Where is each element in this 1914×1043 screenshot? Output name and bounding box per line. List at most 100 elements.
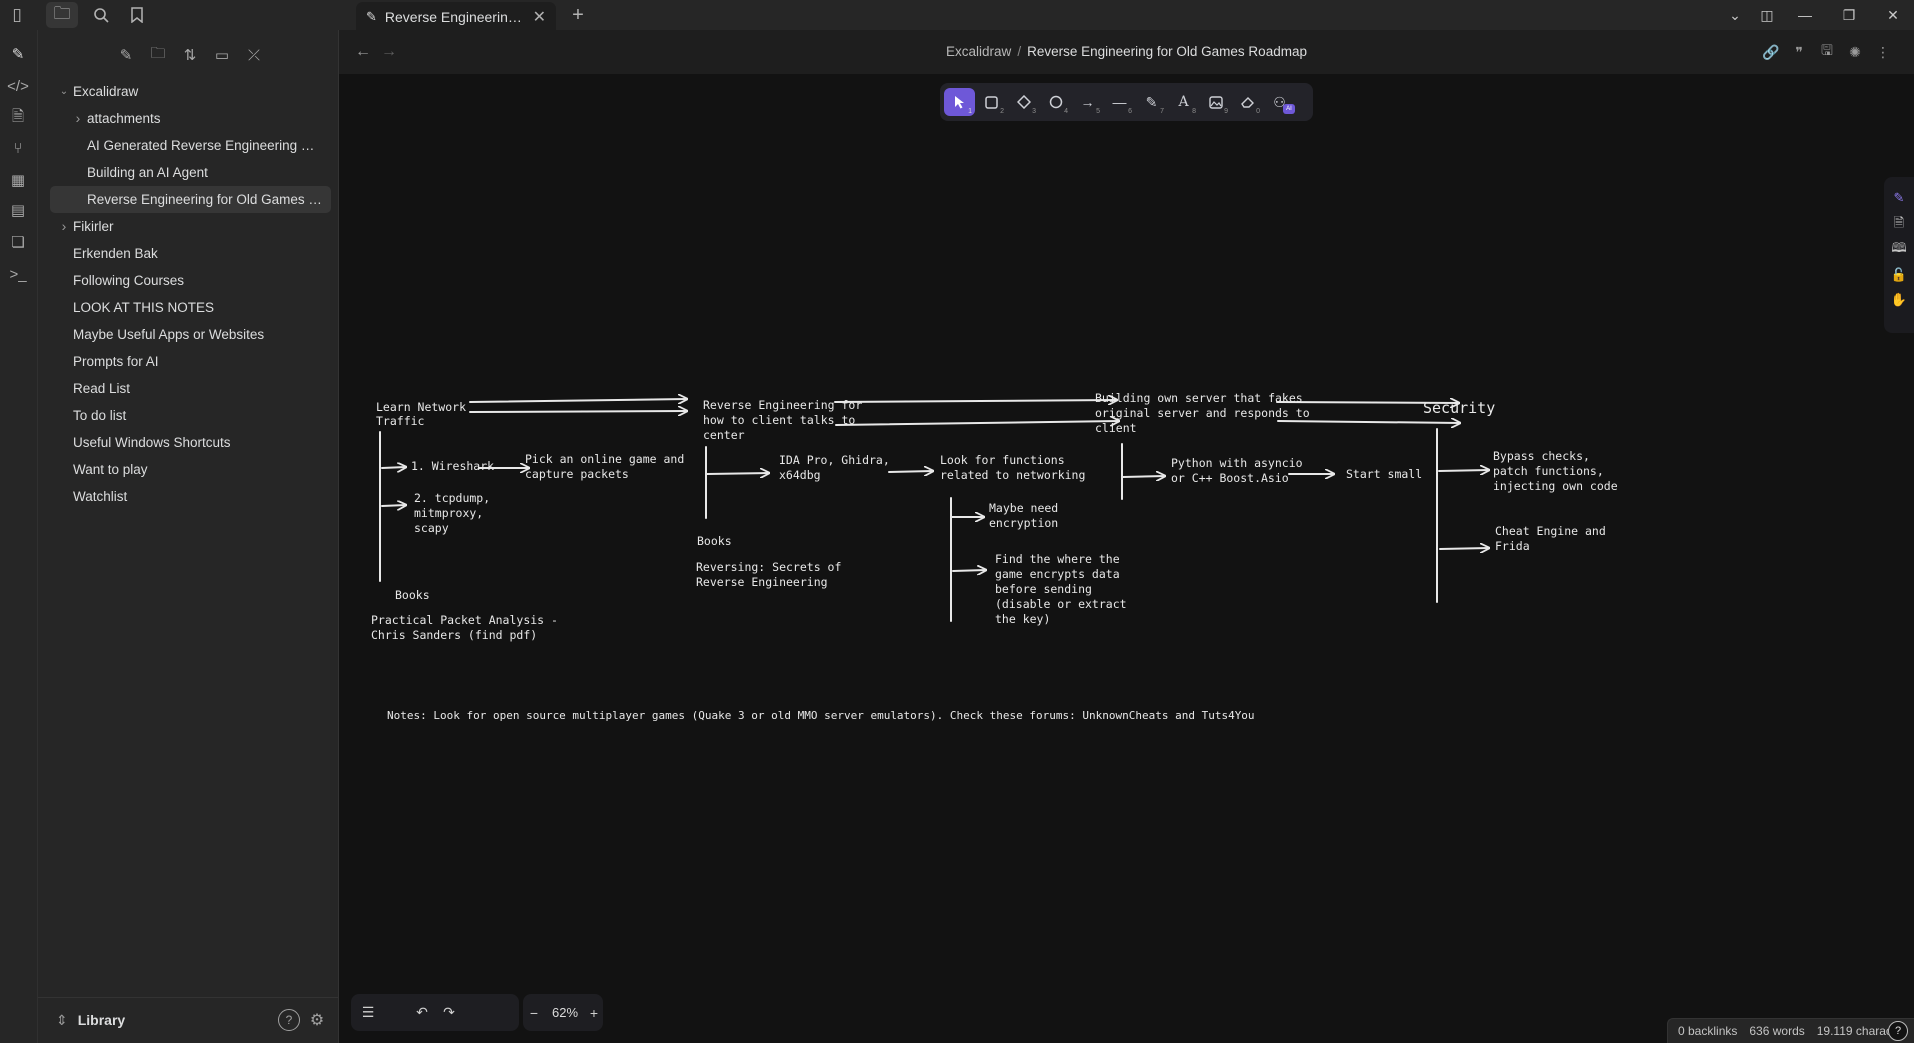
arrow-re-to-server-1[interactable]	[834, 400, 1117, 402]
zoom-in-button[interactable]: +	[585, 998, 603, 1028]
bookmark-icon[interactable]	[120, 0, 154, 30]
tab-reverse-engineering[interactable]: ✎ Reverse Engineering fo... ✕	[356, 2, 556, 32]
selection-tool[interactable]: 1	[944, 88, 975, 116]
backlinks-count[interactable]: 0 backlinks	[1678, 1024, 1737, 1038]
diamond-tool[interactable]: 3	[1008, 88, 1039, 116]
breadcrumb-current[interactable]: Reverse Engineering for Old Games Roadma…	[1027, 44, 1307, 59]
new-tab-icon[interactable]: +	[566, 0, 590, 30]
eraser-tool[interactable]: 0	[1232, 88, 1263, 116]
library-button[interactable]: ⇕ Library	[56, 1012, 125, 1029]
save-icon[interactable]: 🖫	[1816, 40, 1838, 64]
excalidraw-ribbon-icon[interactable]: ✎	[0, 40, 36, 68]
hand-icon[interactable]: ✋	[1884, 287, 1914, 313]
library-label: Library	[77, 1012, 126, 1028]
undo-icon[interactable]: ↶	[407, 998, 437, 1028]
tree-item[interactable]: Building an AI Agent	[50, 159, 331, 186]
line-tool[interactable]: — 6	[1104, 88, 1135, 116]
chevron-right-icon[interactable]: ›	[71, 105, 85, 132]
tree-item[interactable]: Watchlist	[50, 483, 331, 510]
pencil-tool[interactable]: ✎ 7	[1136, 88, 1167, 116]
calendar-icon[interactable]: ▤	[0, 196, 36, 224]
rectangle-tool[interactable]: 2	[976, 88, 1007, 116]
tree-item[interactable]: Prompts for AI	[50, 348, 331, 375]
brain-icon[interactable]: ✺	[1844, 40, 1866, 64]
tree-item[interactable]: Reverse Engineering for Old Games R...	[50, 186, 331, 213]
tree-item[interactable]: Following Courses	[50, 267, 331, 294]
chevron-right-icon[interactable]: ›	[57, 213, 71, 240]
link-icon[interactable]: 🔗	[1760, 40, 1782, 64]
zoom-out-button[interactable]: −	[523, 998, 545, 1028]
tree-item-label: Maybe Useful Apps or Websites	[73, 327, 265, 342]
toggle-sidebar-icon[interactable]: ▯	[0, 0, 34, 30]
text-tool[interactable]: A 8	[1168, 88, 1199, 116]
settings-gear-icon[interactable]: ⚙	[306, 1009, 328, 1031]
tree-item[interactable]: Erkenden Bak	[50, 240, 331, 267]
toggle-right-sidebar-icon[interactable]: ◫	[1746, 0, 1788, 30]
shapes-ai-tool[interactable]: ⚇ AI	[1264, 88, 1295, 116]
folder-icon[interactable]: 🗀	[46, 2, 78, 28]
help-circle-icon[interactable]: ?	[1888, 1021, 1908, 1041]
tree-item[interactable]: › Fikirler	[50, 213, 331, 240]
search-icon[interactable]	[84, 0, 118, 30]
tree-item[interactable]: Read List	[50, 375, 331, 402]
new-note-icon[interactable]: ✎	[113, 42, 139, 68]
sort-icon[interactable]: ⇅	[177, 42, 203, 68]
help-icon[interactable]: ?	[278, 1009, 300, 1031]
arrow-to-python[interactable]	[1122, 476, 1165, 477]
arrow-to-wireshark[interactable]	[381, 467, 406, 468]
image-tool[interactable]: 9	[1200, 88, 1231, 116]
restore-icon[interactable]: ❐	[1828, 0, 1870, 30]
close-window-icon[interactable]: ✕	[1872, 0, 1914, 30]
arrow-to-cheat-engine[interactable]	[1439, 548, 1489, 549]
tree-item[interactable]: › attachments	[50, 105, 331, 132]
copy-icon[interactable]: ❏	[0, 228, 36, 256]
chevron-down-icon[interactable]: ⌄	[57, 78, 71, 105]
tree-item[interactable]: LOOK AT THIS NOTES	[50, 294, 331, 321]
tree-item[interactable]: Useful Windows Shortcuts	[50, 429, 331, 456]
ribbon: ✎ </> 🗎 ⑂ ▦ ▤ ❏ >_	[0, 30, 38, 1043]
arrow-server-to-security-2[interactable]	[1277, 421, 1460, 423]
more-options-icon[interactable]: ⋮	[1872, 40, 1894, 64]
arrow-re-to-server-2[interactable]	[835, 421, 1119, 425]
arrow-to-bypass[interactable]	[1438, 470, 1489, 471]
arrow-to-look-functions[interactable]	[888, 471, 933, 472]
arrow-to-find-encrypt[interactable]	[952, 570, 986, 571]
export-icon[interactable]: 🗎	[1884, 212, 1914, 238]
excalidraw-canvas[interactable]: Learn Network Traffic 1. Wireshark Pick a…	[339, 74, 1914, 1043]
book-icon[interactable]: 🕮	[1884, 237, 1914, 263]
ellipse-tool[interactable]: 4	[1040, 88, 1071, 116]
arrow-to-ida[interactable]	[706, 473, 769, 474]
graph-icon[interactable]: ⑂	[0, 134, 36, 162]
zoom-level[interactable]: 62%	[545, 1005, 585, 1020]
tree-item[interactable]: Maybe Useful Apps or Websites	[50, 321, 331, 348]
redo-icon[interactable]: ↷	[437, 998, 461, 1028]
code-icon[interactable]: </>	[0, 72, 36, 100]
char-count: 19.119 charact	[1816, 1024, 1896, 1038]
arrow-learn-to-re-1[interactable]	[469, 399, 687, 402]
unlock-icon[interactable]: 🔓	[1884, 262, 1914, 288]
tree-item-label: LOOK AT THIS NOTES	[73, 300, 215, 315]
arrow-tool[interactable]: → 5	[1072, 88, 1103, 116]
excalidraw-toolbar: 1 2 3 4 → 5 — 6 ✎ 7 A 8 9 0 ⚇ AI	[940, 83, 1313, 121]
quote-icon[interactable]: ❞	[1788, 40, 1810, 64]
build-server-text: Building own server that fakes original s…	[1095, 391, 1310, 435]
collapse-all-icon[interactable]: ⤫	[241, 42, 267, 68]
minimize-icon[interactable]: —	[1784, 0, 1826, 30]
notes-text: Notes: Look for open source multiplayer …	[387, 709, 1255, 722]
file-icon[interactable]: 🗎	[0, 104, 36, 132]
tree-item[interactable]: ⌄ Excalidraw	[50, 78, 331, 105]
new-folder-icon[interactable]: 🗀	[145, 42, 171, 68]
script-engine-icon[interactable]: ✎	[1884, 185, 1914, 211]
auto-reveal-icon[interactable]: ▭	[209, 42, 235, 68]
tree-item-label: AI Generated Reverse Engineering Ro...	[87, 138, 330, 153]
tree-item[interactable]: Want to play	[50, 456, 331, 483]
tree-item[interactable]: AI Generated Reverse Engineering Ro...	[50, 132, 331, 159]
main-menu-icon[interactable]: ☰	[351, 998, 385, 1028]
arrow-to-tcpdump[interactable]	[381, 505, 406, 506]
close-tab-icon[interactable]: ✕	[533, 7, 546, 27]
tree-item[interactable]: To do list	[50, 402, 331, 429]
breadcrumb-parent[interactable]: Excalidraw	[946, 44, 1011, 59]
canvas-icon[interactable]: ▦	[0, 166, 36, 194]
terminal-icon[interactable]: >_	[0, 260, 36, 288]
arrow-learn-to-re-2[interactable]	[469, 411, 687, 412]
